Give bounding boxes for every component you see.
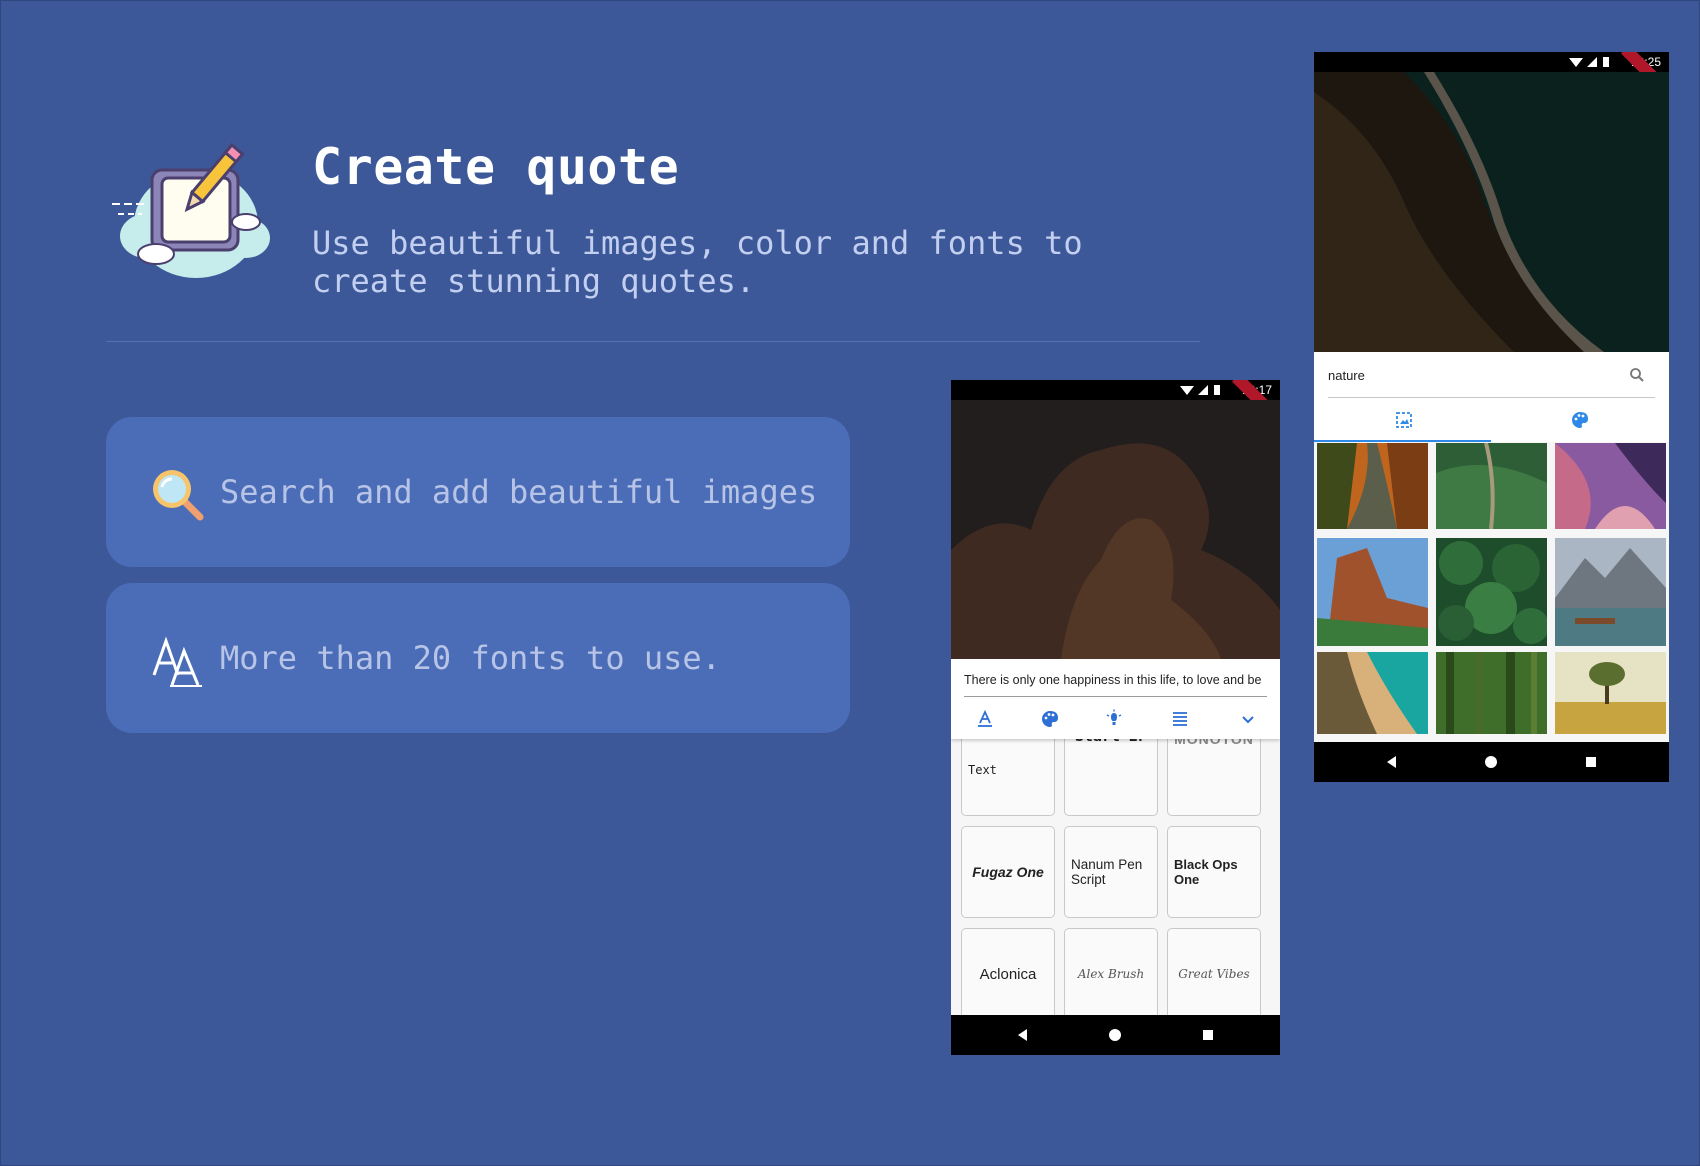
status-icons xyxy=(1180,385,1220,395)
image-search-field[interactable]: nature xyxy=(1314,352,1669,398)
image-result-thumbnail[interactable] xyxy=(1317,652,1428,734)
image-result-thumbnail[interactable] xyxy=(1555,538,1666,646)
status-bar: 12:25 xyxy=(1314,52,1669,103)
font-option[interactable]: Alex Brush xyxy=(1064,928,1158,1020)
status-icons xyxy=(1569,57,1609,67)
edit-quote-illustration xyxy=(112,142,270,278)
font-grid: Text Start 2P MONOTON Fugaz One Nanum Pe… xyxy=(951,724,1280,1050)
back-icon[interactable] xyxy=(1384,754,1400,770)
feature-card-images: Search and add beautiful images xyxy=(106,417,850,567)
search-icon[interactable] xyxy=(1629,367,1645,383)
recents-icon[interactable] xyxy=(1200,1027,1216,1043)
status-bar: 12:17 xyxy=(951,380,1280,431)
font-label: Text xyxy=(968,763,997,777)
android-nav-bar xyxy=(951,1015,1280,1055)
font-label: Nanum Pen Script xyxy=(1071,857,1143,887)
page-subtitle: Use beautiful images, color and fonts to… xyxy=(312,224,1083,300)
image-result-thumbnail[interactable] xyxy=(1555,652,1666,734)
bulb-icon[interactable] xyxy=(1104,709,1124,729)
back-icon[interactable] xyxy=(1015,1027,1031,1043)
palette-icon xyxy=(1572,412,1589,428)
font-option[interactable]: Aclonica xyxy=(961,928,1055,1020)
source-tabs xyxy=(1314,398,1669,442)
font-label: Black Ops One xyxy=(1174,857,1238,887)
font-option[interactable]: Black Ops One xyxy=(1167,826,1261,918)
font-size-icon xyxy=(152,636,202,687)
recents-icon[interactable] xyxy=(1583,754,1599,770)
image-result-thumbnail[interactable] xyxy=(1317,538,1428,646)
font-label: Fugaz One xyxy=(972,864,1044,880)
quote-text-field[interactable]: There is only one happiness in this life… xyxy=(951,659,1280,699)
align-icon[interactable] xyxy=(1170,709,1190,729)
feature-card-fonts: More than 20 fonts to use. xyxy=(106,583,850,733)
editor-phone-screenshot: 12:17 There is only one happiness in thi… xyxy=(951,380,1280,1055)
quote-text-value: There is only one happiness in this life… xyxy=(964,673,1262,687)
image-search-phone-screenshot: 12:25 nature xyxy=(1314,52,1669,782)
palette-icon[interactable] xyxy=(1040,709,1060,729)
page-title: Create quote xyxy=(312,138,680,196)
feature-label: More than 20 fonts to use. xyxy=(220,639,721,677)
tab-images[interactable] xyxy=(1314,398,1491,442)
image-result-thumbnail[interactable] xyxy=(1555,443,1666,529)
home-icon[interactable] xyxy=(1483,754,1499,770)
image-result-thumbnail[interactable] xyxy=(1317,443,1428,529)
feature-label: Search and add beautiful images xyxy=(220,473,818,511)
android-nav-bar xyxy=(1314,742,1669,782)
magnifier-icon xyxy=(153,470,204,521)
image-result-thumbnail[interactable] xyxy=(1436,443,1547,529)
home-icon[interactable] xyxy=(1107,1027,1123,1043)
font-option[interactable]: Nanum Pen Script xyxy=(1064,826,1158,918)
font-option[interactable]: Great Vibes xyxy=(1167,928,1261,1020)
quote-background-image xyxy=(1314,72,1669,352)
font-label: Great Vibes xyxy=(1178,967,1250,981)
image-result-thumbnail[interactable] xyxy=(1436,538,1547,646)
font-label: Aclonica xyxy=(979,965,1037,983)
chevron-down-icon[interactable] xyxy=(1238,709,1258,729)
font-icon[interactable] xyxy=(975,709,995,729)
tab-colors[interactable] xyxy=(1492,398,1669,442)
image-icon xyxy=(1396,412,1412,428)
divider xyxy=(106,341,1200,342)
image-result-thumbnail[interactable] xyxy=(1436,652,1547,734)
font-option[interactable]: Fugaz One xyxy=(961,826,1055,918)
editor-toolbar xyxy=(951,699,1280,739)
search-input-value: nature xyxy=(1328,368,1365,383)
font-label: Alex Brush xyxy=(1077,967,1145,981)
input-underline xyxy=(964,696,1267,697)
quote-background-image xyxy=(951,400,1280,659)
